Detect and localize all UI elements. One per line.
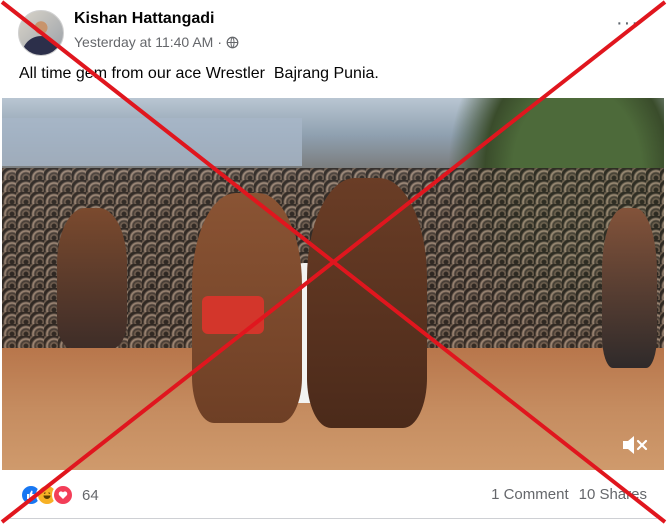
- more-options-button[interactable]: ···: [616, 13, 639, 33]
- post-meta: Yesterday at 11:40 AM ·: [74, 34, 239, 50]
- video-wall: [2, 118, 302, 166]
- shares-link[interactable]: 10 Shares: [579, 486, 647, 503]
- reaction-count: 64: [82, 486, 99, 504]
- engagement-stats: 1 Comment 10 Shares: [491, 486, 647, 503]
- speaker-muted-icon[interactable]: [620, 433, 650, 457]
- meta-separator: ·: [217, 34, 222, 50]
- post-message: All time gem from our ace Wrestler Bajra…: [19, 65, 379, 82]
- video-person: [57, 208, 127, 348]
- author-avatar[interactable]: [18, 10, 64, 56]
- post-video[interactable]: [2, 98, 664, 470]
- post-timestamp[interactable]: Yesterday at 11:40 AM: [74, 34, 213, 50]
- footer-divider: [10, 518, 657, 519]
- video-person: [602, 208, 657, 368]
- author-name[interactable]: Kishan Hattangadi: [74, 10, 214, 28]
- post-header: Kishan Hattangadi Yesterday at 11:40 AM …: [18, 8, 658, 58]
- video-wrestler-trunks: [202, 296, 264, 334]
- video-wrestler: [307, 178, 427, 428]
- comments-link[interactable]: 1 Comment: [491, 486, 569, 503]
- love-icon: [52, 484, 74, 506]
- reactions-summary[interactable]: 64: [20, 484, 99, 506]
- facebook-post-card: Kishan Hattangadi Yesterday at 11:40 AM …: [0, 0, 667, 524]
- globe-icon[interactable]: [226, 36, 239, 49]
